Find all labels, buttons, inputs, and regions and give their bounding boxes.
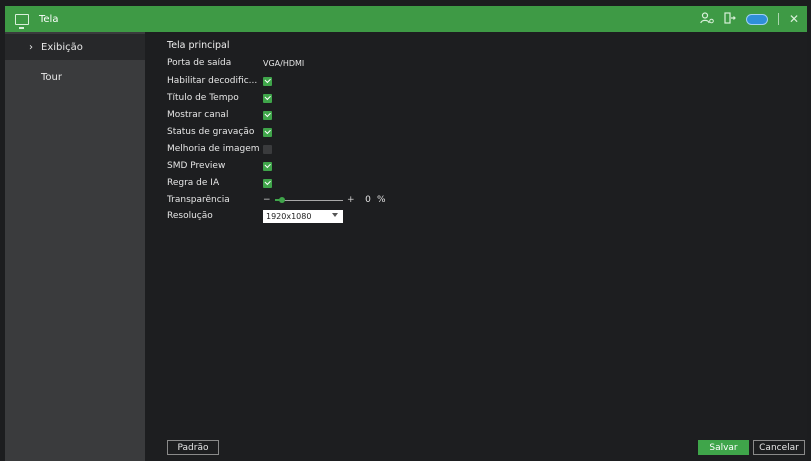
close-icon[interactable]: ✕ bbox=[789, 13, 799, 25]
checkbox-row: Melhoria de imagem bbox=[167, 141, 272, 157]
checkbox-label: Regra de IA bbox=[167, 178, 220, 188]
chevron-right-icon: › bbox=[29, 41, 33, 53]
transparency-slider[interactable]: − + 0 % bbox=[263, 195, 386, 205]
checkbox-row: Regra de IA bbox=[167, 175, 272, 191]
slider-plus-button[interactable]: + bbox=[347, 195, 357, 205]
checkbox[interactable] bbox=[263, 161, 272, 171]
user-settings-icon[interactable] bbox=[700, 12, 714, 26]
resolution-row: Resolução 1920x1080 bbox=[167, 208, 343, 224]
cancel-button[interactable]: Cancelar bbox=[753, 440, 805, 455]
section-title: Tela principal bbox=[167, 40, 230, 51]
checkbox-row: Título de Tempo bbox=[167, 90, 272, 106]
checkbox[interactable] bbox=[263, 144, 272, 154]
checkbox[interactable] bbox=[263, 76, 272, 86]
title-bar-actions: ✕ bbox=[700, 6, 799, 32]
chevron-down-icon bbox=[332, 212, 338, 217]
checkbox-label: Habilitar decodific... bbox=[167, 76, 258, 86]
resolution-select[interactable]: 1920x1080 bbox=[263, 209, 343, 223]
checkbox-label: Mostrar canal bbox=[167, 110, 229, 120]
checkbox-row: Mostrar canal bbox=[167, 107, 272, 123]
slider-track[interactable] bbox=[275, 196, 343, 203]
transparency-row: Transparência − + 0 % bbox=[167, 192, 386, 208]
checkbox[interactable] bbox=[263, 110, 272, 120]
checkbox-row: Habilitar decodific... bbox=[167, 73, 272, 89]
sidebar-item-label: Tour bbox=[41, 71, 62, 83]
default-button[interactable]: Padrão bbox=[167, 440, 219, 455]
sidebar-item-label: Exibição bbox=[41, 41, 83, 53]
save-button[interactable]: Salvar bbox=[698, 440, 749, 455]
resolution-label: Resolução bbox=[167, 211, 213, 221]
logout-icon[interactable] bbox=[724, 12, 736, 26]
transparency-value: 0 bbox=[365, 195, 371, 205]
slider-handle[interactable] bbox=[278, 196, 285, 203]
checkbox-label: Status de gravação bbox=[167, 127, 255, 137]
checkbox-row: Status de gravação bbox=[167, 124, 272, 140]
output-port-row: Porta de saída VGA/HDMI bbox=[167, 55, 304, 71]
checkbox[interactable] bbox=[263, 178, 272, 188]
monitor-icon bbox=[15, 13, 29, 29]
title-separator bbox=[777, 13, 779, 25]
checkbox-label: Título de Tempo bbox=[167, 93, 239, 103]
sidebar-item-tour[interactable]: Tour bbox=[5, 64, 145, 90]
checkbox-label: Melhoria de imagem bbox=[167, 144, 260, 154]
slider-minus-button[interactable]: − bbox=[263, 195, 271, 205]
sidebar-item-exibicao[interactable]: › Exibição bbox=[5, 34, 145, 60]
title-bar: Tela ✕ bbox=[5, 6, 807, 32]
cloud-icon[interactable] bbox=[745, 13, 768, 25]
output-port-value: VGA/HDMI bbox=[263, 58, 305, 68]
checkbox-label: SMD Preview bbox=[167, 161, 226, 171]
checkbox[interactable] bbox=[263, 127, 272, 137]
output-port-label: Porta de saída bbox=[167, 58, 232, 68]
main-panel: Tela principal Porta de saída VGA/HDMI H… bbox=[145, 32, 807, 461]
transparency-label: Transparência bbox=[167, 195, 230, 205]
window-title: Tela bbox=[39, 13, 59, 25]
checkbox-row: SMD Preview bbox=[167, 158, 272, 174]
checkbox[interactable] bbox=[263, 93, 272, 103]
sidebar: › Exibição Tour bbox=[5, 32, 145, 461]
transparency-unit: % bbox=[377, 195, 386, 205]
resolution-value: 1920x1080 bbox=[266, 211, 312, 221]
